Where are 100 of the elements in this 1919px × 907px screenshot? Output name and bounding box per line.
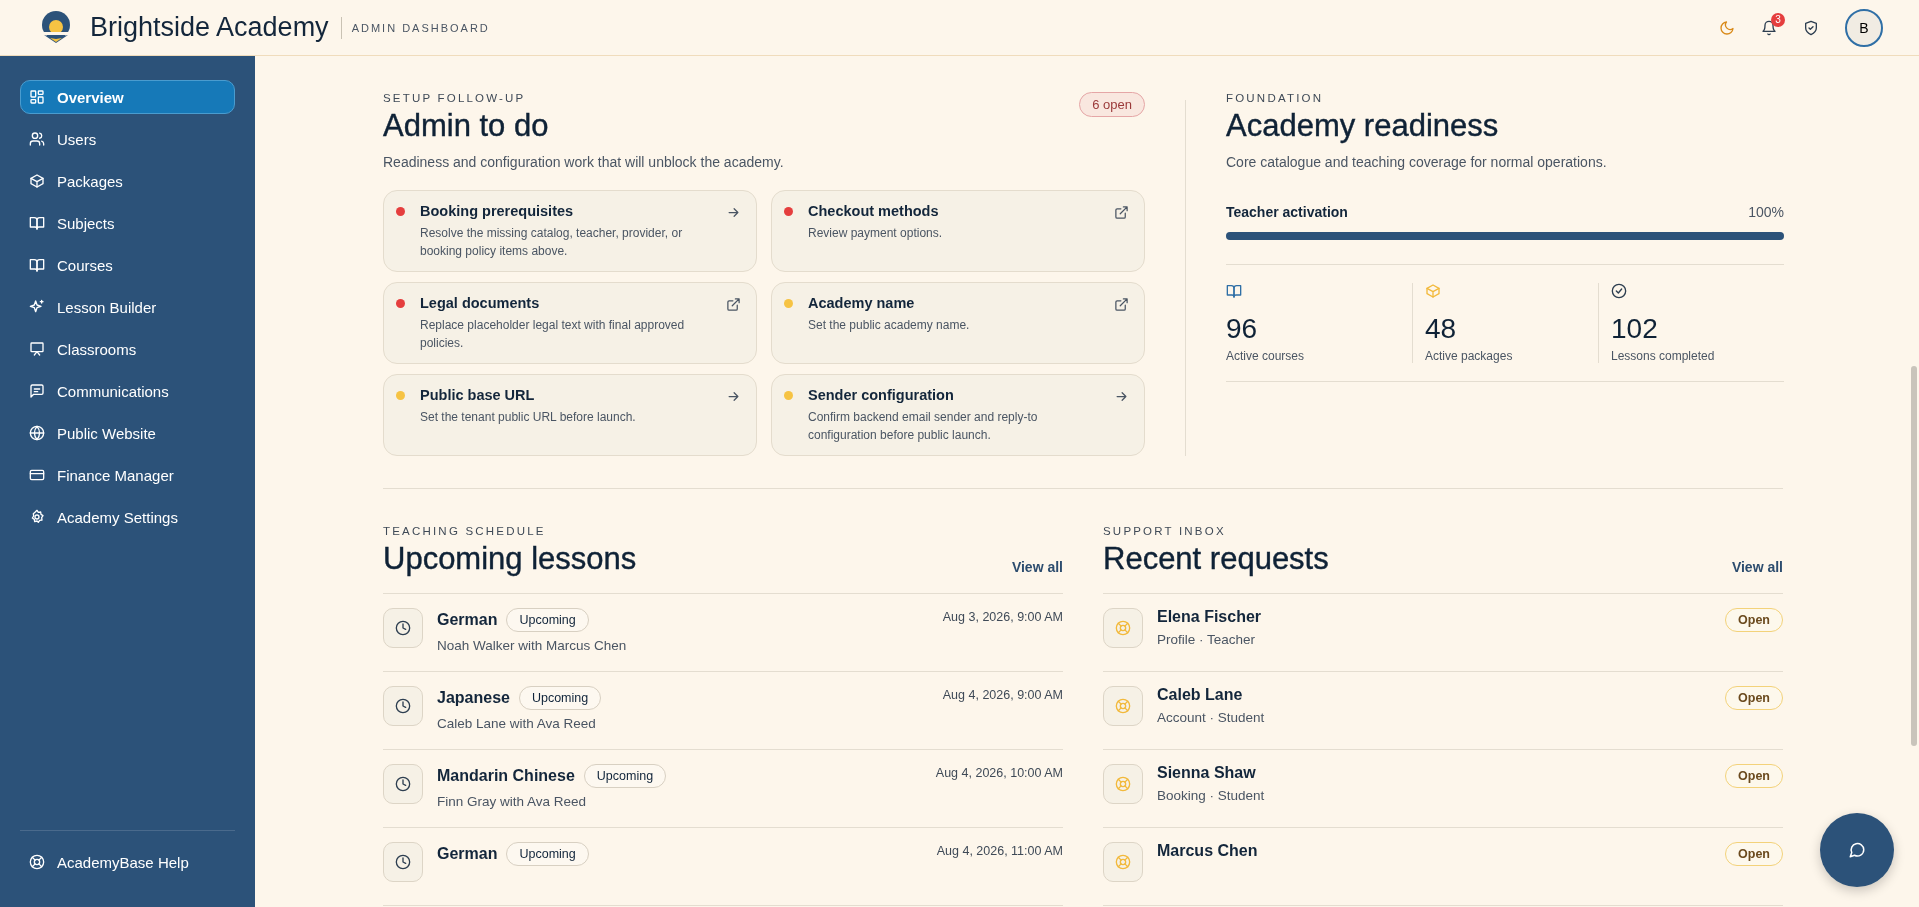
sidebar-item[interactable]: Public Website (20, 416, 235, 450)
status-badge: Open (1725, 842, 1783, 866)
sidebar-item[interactable]: Packages (20, 164, 235, 198)
task-card[interactable]: Booking prerequisites Resolve the missing catalog, teacher, provider, or booking policy items above. (383, 190, 757, 272)
clock-glyph-icon (395, 698, 411, 714)
requester-name: Marcus Chen (1157, 842, 1259, 860)
section-eyebrow: SUPPORT INBOX (1103, 525, 1227, 537)
moon-icon (1719, 19, 1735, 36)
clock-glyph-icon (395, 620, 411, 636)
task-description: Confirm backend email sender and reply-to configuration before public launch. (808, 409, 1039, 444)
task-title: Booking prerequisites (420, 203, 575, 219)
clock-glyph-icon (395, 776, 411, 792)
task-description: Replace placeholder legal text with final approved policies. (420, 317, 686, 352)
section-eyebrow: TEACHING SCHEDULE (383, 525, 547, 537)
task-title: Public base URL (420, 387, 536, 403)
request-meta: Profile · Teacher (1157, 632, 1257, 647)
progress-reading: 100% (1748, 204, 1784, 220)
requester-name: Sienna Shaw (1157, 764, 1257, 782)
stat-value: 102 (1611, 313, 1658, 345)
section-eyebrow: SETUP FOLLOW-UP (383, 92, 527, 104)
credit-card-icon (29, 467, 45, 483)
arrow-right-icon (726, 205, 741, 220)
sidebar-item[interactable]: Subjects (20, 206, 235, 240)
task-card[interactable]: Public base URL Set the tenant public URL before launch. (383, 374, 757, 456)
book-icon (29, 215, 45, 231)
lesson-subject: German (437, 845, 498, 863)
lesson-participants: Finn Gray with Ava Reed (437, 794, 588, 809)
progress-label: Teacher activation (1226, 204, 1348, 220)
task-title: Sender configuration (808, 387, 955, 403)
lifebuoy-glyph-icon (1115, 776, 1131, 792)
status-badge: Open (1725, 608, 1783, 632)
notification-badge: 3 (1771, 12, 1785, 27)
sidebar-item[interactable]: Academy Settings (20, 500, 235, 534)
section-title: Academy readiness (1226, 108, 1500, 144)
task-card[interactable]: Legal documents Replace placeholder legal text with final approved policies. (383, 282, 757, 364)
sidebar-item[interactable]: Lesson Builder (20, 290, 235, 324)
external-link-icon (726, 297, 741, 312)
sidebar-item[interactable]: Overview (20, 80, 235, 114)
task-description: Review payment options. (808, 225, 944, 242)
sidebar-item[interactable]: Communications (20, 374, 235, 408)
settings-icon (29, 509, 45, 525)
lesson-time: Aug 4, 2026, 9:00 AM (942, 688, 1063, 702)
lesson-time: Aug 4, 2026, 11:00 AM (936, 844, 1063, 858)
clock-glyph-icon (395, 854, 411, 870)
users-icon (29, 131, 45, 147)
section-title: Admin to do (383, 108, 549, 144)
globe-icon (29, 425, 45, 441)
task-title: Academy name (808, 295, 916, 311)
request-meta: Account · Student (1157, 710, 1266, 725)
chat-button[interactable] (1820, 813, 1894, 887)
external-link-icon (1114, 297, 1129, 312)
arrow-right-icon (1114, 389, 1129, 404)
user-avatar[interactable]: B (1845, 8, 1883, 47)
brand-name: Brightside Academy (90, 12, 329, 43)
page-subtitle: ADMIN DASHBOARD (340, 16, 490, 39)
status-badge: Open (1725, 686, 1783, 710)
requester-name: Caleb Lane (1157, 686, 1244, 704)
notification-bell-icon (1761, 19, 1777, 36)
task-card[interactable]: Sender configuration Confirm backend email sender and reply-to configuration before public launch. (771, 374, 1145, 456)
stat-value: 96 (1226, 313, 1258, 345)
task-title: Checkout methods (808, 203, 940, 219)
scrollbar[interactable] (1911, 366, 1917, 746)
status-badge: Open (1725, 764, 1783, 788)
lifebuoy-glyph-icon (1115, 854, 1131, 870)
shield-icon (1803, 19, 1819, 36)
requester-name: Elena Fischer (1157, 608, 1263, 626)
sparkle-icon (29, 299, 45, 315)
section-description: Readiness and configuration work that will unblock the academy. (383, 154, 785, 170)
lifebuoy-glyph-icon (1115, 620, 1131, 636)
lesson-subject: Japanese (437, 689, 510, 707)
status-badge: Upcoming (506, 608, 589, 632)
grid-icon (29, 89, 45, 105)
lesson-time: Aug 4, 2026, 10:00 AM (935, 766, 1063, 780)
section-eyebrow: FOUNDATION (1226, 92, 1325, 104)
task-card[interactable]: Checkout methods Review payment options. (771, 190, 1145, 272)
task-card[interactable]: Academy name Set the public academy name. (771, 282, 1145, 364)
help-link[interactable]: AcademyBase Help (20, 845, 235, 879)
external-link-icon (1114, 205, 1129, 220)
chat-icon (29, 383, 45, 399)
stat-label: Active courses (1226, 349, 1305, 363)
book-icon (29, 257, 45, 273)
section-description: Core catalogue and teaching coverage for normal operations. (1226, 154, 1608, 170)
lesson-participants: Caleb Lane with Ava Reed (437, 716, 597, 731)
sidebar-item[interactable]: Classrooms (20, 332, 235, 366)
package-icon (29, 173, 45, 189)
task-title: Legal documents (420, 295, 541, 311)
sidebar-item[interactable]: Finance Manager (20, 458, 235, 492)
presentation-board-icon (29, 341, 45, 357)
stat-label: Active packages (1425, 349, 1513, 363)
lifebuoy-icon (29, 854, 45, 870)
request-meta: Booking · Student (1157, 788, 1266, 803)
task-description: Resolve the missing catalog, teacher, provider, or booking policy items above. (420, 225, 684, 260)
view-all-link[interactable]: View all (1731, 559, 1783, 575)
status-badge: Upcoming (506, 842, 589, 866)
lesson-subject: German (437, 611, 498, 629)
package-icon (1425, 283, 1441, 299)
sidebar-item[interactable]: Users (20, 122, 235, 156)
sidebar-item[interactable]: Courses (20, 248, 235, 282)
book-icon (1226, 283, 1242, 299)
view-all-link[interactable]: View all (1011, 559, 1063, 575)
